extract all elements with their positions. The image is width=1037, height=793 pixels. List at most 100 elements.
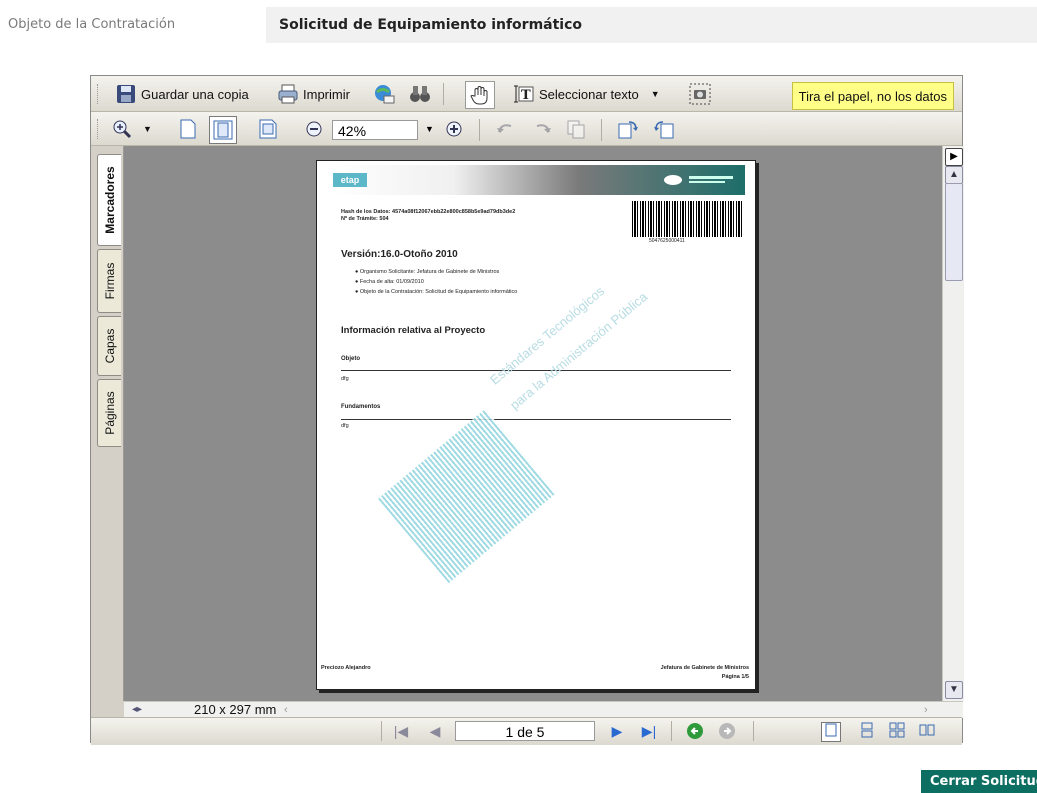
- rotate-page-left-button[interactable]: [653, 116, 675, 142]
- magnifier-plus-icon: [111, 118, 133, 140]
- resize-arrows-icon[interactable]: ◂▸: [132, 702, 142, 718]
- fundamentos-value: dfg: [341, 423, 349, 429]
- toolbar-grip[interactable]: [97, 119, 101, 139]
- zoom-input[interactable]: 42%: [332, 120, 418, 140]
- tab-paginas[interactable]: Páginas: [97, 379, 121, 447]
- binoculars-icon: [409, 83, 431, 105]
- version-title: Versión:16.0-Otoño 2010: [341, 249, 458, 260]
- zoom-in-button[interactable]: [443, 116, 465, 142]
- toolbar-separator: [671, 721, 672, 741]
- tech-logo-icon: [664, 175, 733, 185]
- print-button[interactable]: Imprimir: [277, 81, 350, 107]
- fit-page-button[interactable]: [209, 116, 237, 144]
- plus-circle-icon: [443, 118, 465, 140]
- actual-size-button[interactable]: [177, 116, 199, 142]
- forward-view-icon[interactable]: [717, 722, 737, 740]
- printer-icon: [277, 83, 299, 105]
- tab-firmas[interactable]: Firmas: [97, 249, 121, 313]
- close-request-button[interactable]: Cerrar Solicitud: [921, 770, 1037, 793]
- facing-pages-icon[interactable]: [887, 722, 907, 740]
- svg-text:T: T: [521, 88, 531, 103]
- continuous-icon[interactable]: [857, 722, 877, 740]
- barcode-text: 5047625000411: [649, 238, 685, 244]
- last-page-icon[interactable]: ▶|: [639, 722, 659, 740]
- page-icon: [177, 118, 199, 140]
- toolbar-view: ▼ 42% ▼: [91, 112, 962, 146]
- page-size: 210 x 297 mm: [194, 702, 277, 717]
- pdf-page: etap Hash de los Datos: 4574a08f12067ebb…: [316, 160, 756, 690]
- toolbar-grip[interactable]: [97, 84, 101, 104]
- print-label: Imprimir: [303, 86, 350, 102]
- copy-button[interactable]: [565, 116, 587, 142]
- scroll-right-icon[interactable]: ›: [924, 702, 928, 718]
- field-value: Solicitud de Equipamiento informático: [279, 17, 583, 33]
- select-text-label: Seleccionar texto: [539, 86, 639, 102]
- field-label: Objeto de la Contratación: [8, 17, 176, 32]
- tab-paginas-label: Páginas: [102, 391, 117, 435]
- rotate-cw-button[interactable]: [531, 116, 553, 142]
- rotate-right-icon: [531, 118, 553, 140]
- tab-capas-label: Capas: [102, 328, 117, 364]
- tab-firmas-label: Firmas: [102, 262, 117, 300]
- zoom-dropdown-icon[interactable]: ▼: [425, 124, 434, 134]
- scroll-down-icon[interactable]: ▼: [945, 681, 963, 699]
- zoom-tool-button[interactable]: ▼: [111, 116, 152, 142]
- section-rule: [341, 419, 731, 420]
- vertical-scrollbar[interactable]: ▶ ▲ ▼: [942, 146, 964, 701]
- hand-tool-button[interactable]: [465, 81, 495, 109]
- hash-line: Hash de los Datos: 4574a08f12067ebb22e80…: [341, 209, 516, 215]
- minus-circle-icon: [303, 118, 325, 140]
- email-button[interactable]: [373, 81, 395, 107]
- save-copy-label: Guardar una copia: [141, 86, 249, 102]
- rotate-ccw-button[interactable]: [495, 116, 517, 142]
- zoom-out-button[interactable]: [303, 116, 325, 142]
- footer-page: Página 1/5: [721, 674, 749, 680]
- copy-icon: [565, 118, 587, 140]
- camera-icon: [689, 83, 711, 105]
- back-view-icon[interactable]: [685, 722, 705, 740]
- fundamentos-label: Fundamentos: [341, 404, 381, 410]
- find-button[interactable]: [409, 81, 431, 107]
- scroll-thumb[interactable]: [945, 183, 963, 281]
- save-copy-button[interactable]: Guardar una copia: [115, 81, 249, 107]
- footer-right: Jefatura de Gabinete de Ministros: [660, 665, 749, 671]
- page-number-input[interactable]: 1 de 5: [455, 721, 595, 741]
- rotate-left-icon: [495, 118, 517, 140]
- bullet-item: ● Fecha de alta: 01/09/2010: [355, 279, 424, 285]
- tramite-line: Nº de Trámite: 504: [341, 216, 389, 222]
- footer-left: Preciozo Alejandro: [321, 665, 371, 671]
- panel-expand-icon[interactable]: ▶: [945, 148, 963, 166]
- pdf-viewer: Guardar una copia Imprimir T Seleccionar…: [90, 75, 964, 745]
- scroll-left-icon[interactable]: ‹: [284, 702, 288, 718]
- watermark-stripes: [378, 408, 556, 584]
- tab-marcadores[interactable]: Marcadores: [97, 154, 121, 246]
- promo-banner[interactable]: Tira el papel, no los datos: [791, 82, 954, 110]
- tab-marcadores-label: Marcadores: [102, 166, 117, 234]
- rotate-page-button[interactable]: [617, 116, 639, 142]
- hand-icon: [469, 84, 491, 106]
- bullet-item: ● Objeto de la Contratación: Solicitud d…: [355, 289, 518, 295]
- page-header-banner: etap: [329, 165, 745, 195]
- text-cursor-icon: T: [513, 83, 535, 105]
- toolbar-separator: [601, 119, 602, 141]
- fit-page-icon: [212, 119, 234, 141]
- status-strip: ◂▸ 210 x 297 mm ‹ ›: [124, 701, 963, 718]
- scroll-up-icon[interactable]: ▲: [945, 166, 963, 184]
- dropdown-arrow-icon[interactable]: ▼: [143, 124, 152, 134]
- prev-page-icon[interactable]: ◀: [425, 722, 445, 740]
- objeto-label: Objeto: [341, 356, 360, 362]
- fit-width-button[interactable]: [257, 116, 279, 142]
- dropdown-arrow-icon[interactable]: ▼: [651, 89, 660, 99]
- etap-logo: etap: [333, 173, 367, 187]
- next-page-icon[interactable]: ▶: [607, 722, 627, 740]
- single-page-icon[interactable]: [821, 722, 841, 742]
- navigation-bar: |◀ ◀ 1 de 5 ▶ ▶|: [91, 717, 962, 745]
- snapshot-button[interactable]: [689, 81, 711, 107]
- document-area[interactable]: etap Hash de los Datos: 4574a08f12067ebb…: [124, 146, 942, 701]
- two-up-icon[interactable]: [917, 722, 937, 740]
- bullet-item: ● Organismo Solicitante: Jefatura de Gab…: [355, 269, 500, 275]
- toolbar-main: Guardar una copia Imprimir T Seleccionar…: [91, 76, 962, 112]
- select-text-button[interactable]: T Seleccionar texto ▼: [513, 81, 660, 107]
- tab-capas[interactable]: Capas: [97, 316, 121, 376]
- first-page-icon[interactable]: |◀: [391, 722, 411, 740]
